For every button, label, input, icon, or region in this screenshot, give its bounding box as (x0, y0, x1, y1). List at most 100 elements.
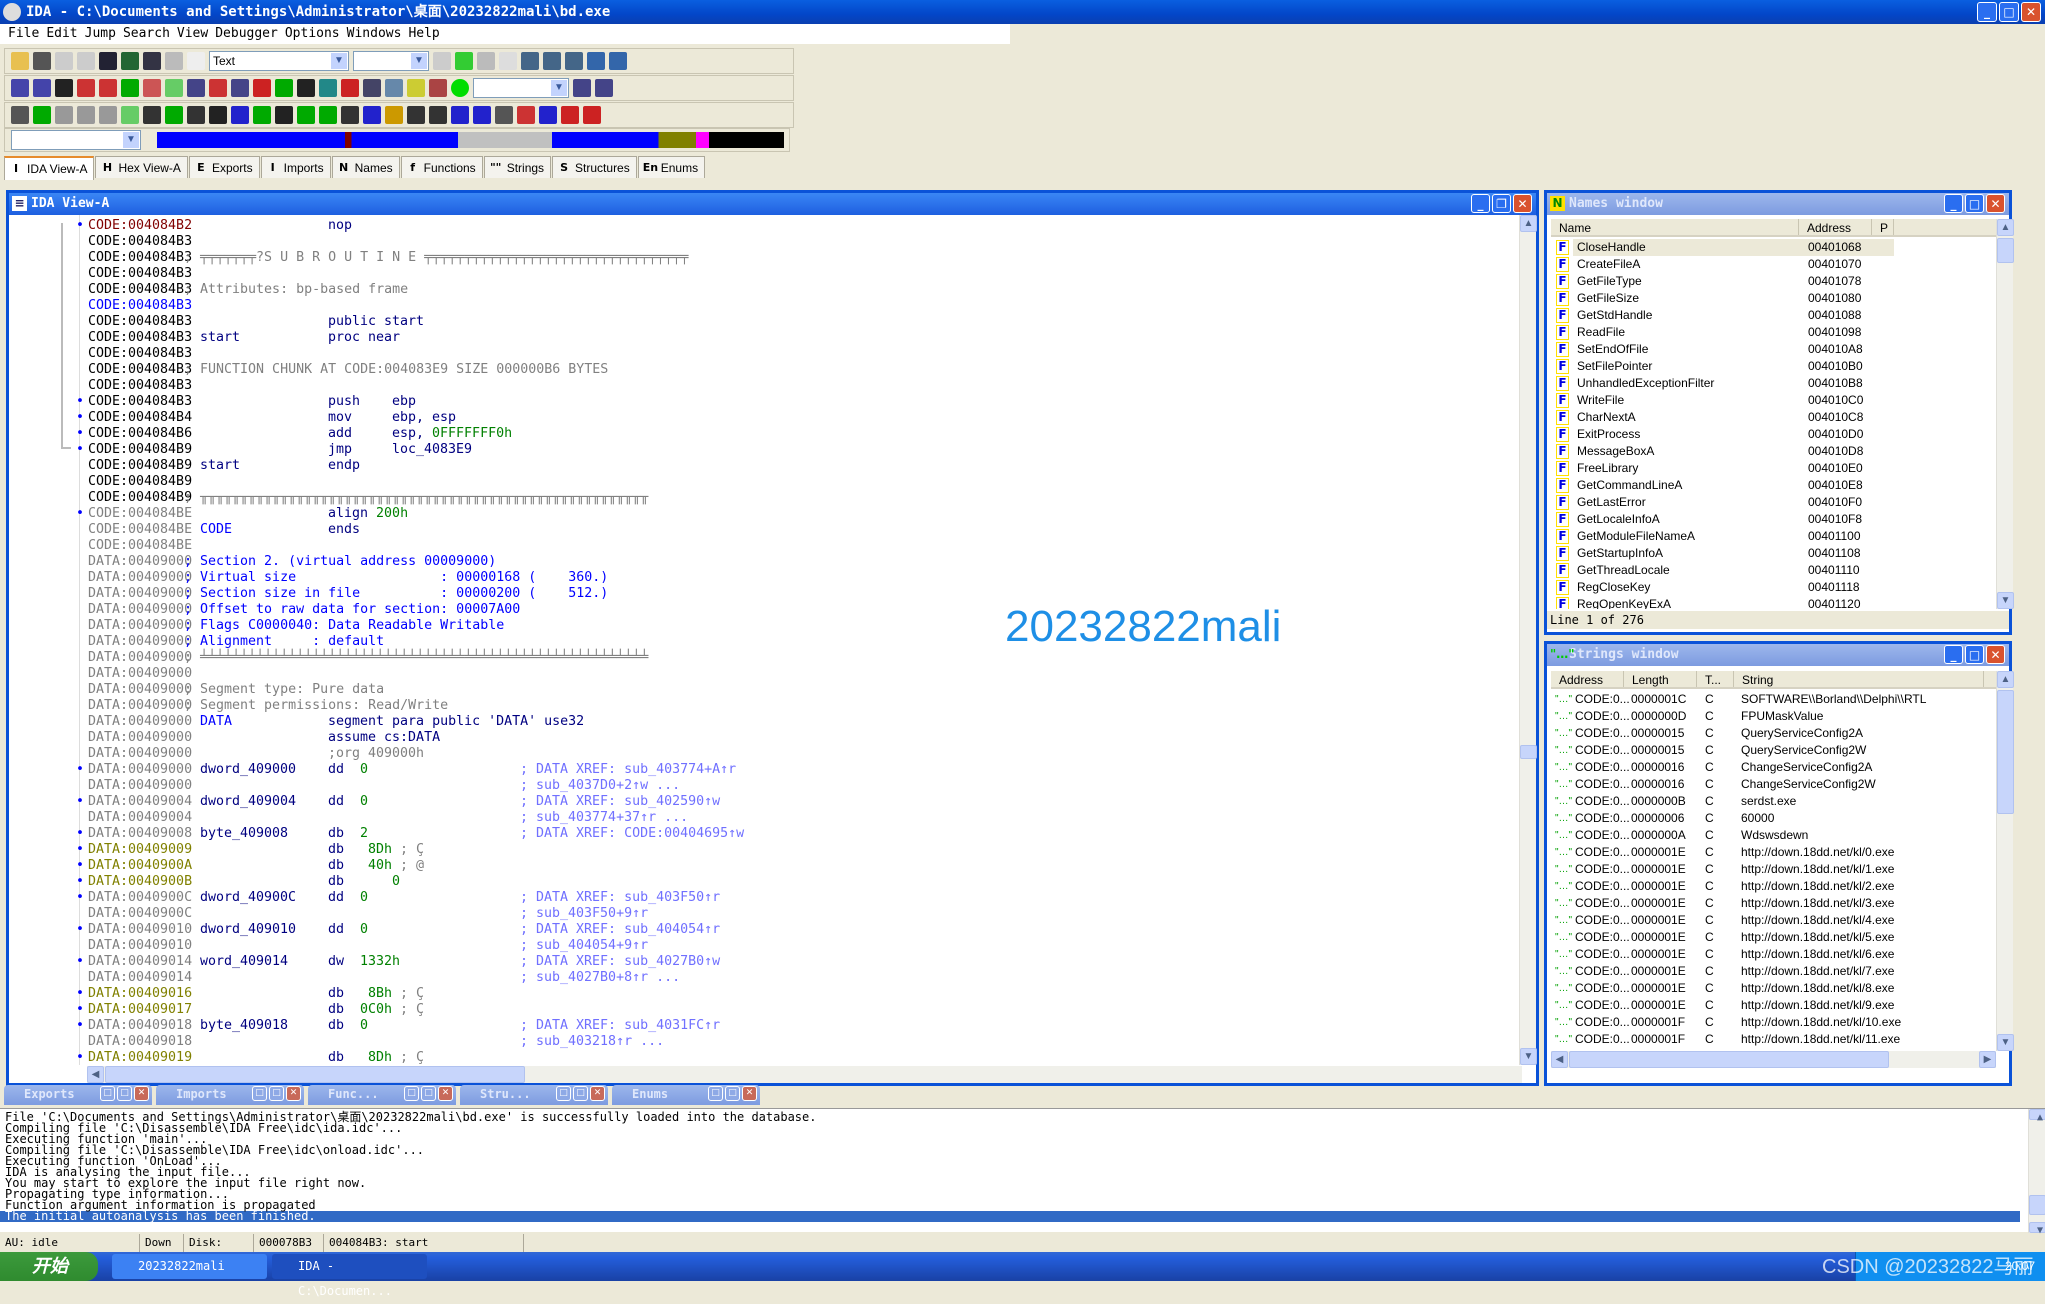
segment-combo[interactable]: ▼ (11, 130, 141, 150)
names-row[interactable]: F GetFileType 00401078 (1551, 273, 1996, 290)
number-icon[interactable] (231, 106, 249, 124)
menu-search[interactable]: Search (121, 24, 175, 44)
tab-structures[interactable]: S Structures (552, 156, 637, 178)
disasm-line[interactable]: DATA:00409000; Offset to raw data for se… (88, 602, 1568, 618)
disasm-line[interactable]: DATA:00409018 ; sub_403218↑r ... (88, 1034, 1568, 1050)
tile-horizontal-icon[interactable] (543, 52, 561, 70)
horizontal-scrollbar[interactable]: ◀ ▶ (1551, 1051, 1996, 1068)
disasm-line[interactable]: DATA:00409000; ╧╧╧╧╧╧╧╧╧╧╧╧╧╧╧╧╧╧╧╧╧╧╧╧╧… (88, 650, 1568, 666)
selectors-icon[interactable] (231, 79, 249, 97)
scroll-thumb[interactable] (105, 1066, 525, 1083)
strings-row[interactable]: "…" CODE:0... 0000001F Chttp://down.18dd.ne… (1551, 1014, 1996, 1031)
call-graph-icon[interactable] (561, 106, 579, 124)
strings-row[interactable]: "…" CODE:0... 00000006 C 60000 (1551, 810, 1996, 827)
disasm-line[interactable]: DATA:00409000; Alignment : default (88, 634, 1568, 650)
col-string[interactable]: String (1734, 671, 1984, 687)
strings-row[interactable]: "…" CODE:0... 0000001E Chttp://down.18dd.ne… (1551, 861, 1996, 878)
close-button[interactable]: ✕ (134, 1086, 149, 1101)
navigation-bar[interactable] (157, 132, 784, 148)
binoculars-icon[interactable] (99, 52, 117, 70)
names-row[interactable]: F ReadFile 00401098 (1551, 324, 1996, 341)
xrefs-to-icon[interactable] (495, 106, 513, 124)
scroll-left-button[interactable]: ◀ (87, 1066, 104, 1083)
menu-jump[interactable]: Jump (83, 24, 121, 44)
debugger-icon[interactable] (573, 79, 591, 97)
restore-button[interactable]: □ (556, 1086, 571, 1101)
disasm-line[interactable]: • DATA:00409009 db 8Dh ; Ç (76, 842, 1568, 858)
offset-icon[interactable] (209, 106, 227, 124)
names-row[interactable]: F GetFileSize 00401080 (1551, 290, 1996, 307)
search-text-icon[interactable] (121, 52, 139, 70)
disasm-line[interactable]: DATA:00409000 ;org 409000h (88, 746, 1568, 762)
names-row[interactable]: F GetLastError 004010F0 (1551, 494, 1996, 511)
disasm-line[interactable]: CODE:004084B3; Attributes: bp-based fram… (88, 282, 1568, 298)
names-row[interactable]: F GetCommandLineA 004010E8 (1551, 477, 1996, 494)
comment-icon[interactable] (407, 106, 425, 124)
structures-icon[interactable] (11, 106, 29, 124)
vertical-scrollbar[interactable]: ▲ ▼ (2028, 1109, 2045, 1236)
minimized-window[interactable]: Exports □ □ ✕ (4, 1085, 152, 1105)
line-prefix-icon[interactable] (451, 106, 469, 124)
exports-icon[interactable] (77, 79, 95, 97)
disasm-line[interactable]: CODE:004084B3 (88, 346, 1568, 362)
type-libraries-icon[interactable] (275, 79, 293, 97)
names-row[interactable]: F UnhandledExceptionFilter 004010B8 (1551, 375, 1996, 392)
names-row[interactable]: F CharNextA 004010C8 (1551, 409, 1996, 426)
menu-file[interactable]: File (6, 24, 44, 44)
bitwise-icon[interactable] (363, 106, 381, 124)
scroll-down-button[interactable]: ▼ (2029, 1222, 2045, 1236)
debugger-close-icon[interactable] (595, 79, 613, 97)
disasm-line[interactable]: • DATA:0040900C dword_40900C dd 0 ; DATA XREF… (76, 890, 1568, 906)
names-row[interactable]: F ExitProcess 004010D0 (1551, 426, 1996, 443)
arrange-icon[interactable] (587, 52, 605, 70)
names-row[interactable]: F CreateFileA 00401070 (1551, 256, 1996, 273)
strings-row[interactable]: "…" CODE:0... 0000000D C FPUMaskValue (1551, 708, 1996, 725)
maximize-button[interactable]: □ (1965, 645, 1984, 664)
disasm-line[interactable]: CODE:004084B3 (88, 298, 1568, 314)
disasm-line[interactable]: DATA:00409000 assume cs:DATA (88, 730, 1568, 746)
disasm-line[interactable]: DATA:00409000; Segment type: Pure data (88, 682, 1568, 698)
strings-row[interactable]: "…" CODE:0... 0000001E Chttp://down.18dd.ne… (1551, 878, 1996, 895)
names-row[interactable]: F RegCloseKey 00401118 (1551, 579, 1996, 596)
maximize-button[interactable]: □ (269, 1086, 284, 1101)
strings-row[interactable]: "…" CODE:0... 0000001E Chttp://down.18dd.ne… (1551, 895, 1996, 912)
graph-icon[interactable] (55, 79, 73, 97)
names-row[interactable]: F SetEndOfFile 004010A8 (1551, 341, 1996, 358)
disasm-line[interactable]: DATA:00409000 ; sub_4037D0+2↑w ... (88, 778, 1568, 794)
minimize-button[interactable]: _ (1944, 645, 1963, 664)
names-row[interactable]: F GetLocaleInfoA 004010F8 (1551, 511, 1996, 528)
hide-icon[interactable] (341, 106, 359, 124)
tab-imports[interactable]: I Imports (260, 156, 331, 178)
code-icon[interactable] (55, 106, 73, 124)
collapse-icon[interactable] (455, 52, 473, 70)
minimize-button[interactable]: _ (1944, 194, 1963, 213)
open-icon[interactable] (11, 52, 29, 70)
xrefs-from-icon[interactable] (517, 106, 535, 124)
close-button[interactable]: ✕ (1986, 645, 2005, 664)
minimize-button[interactable]: _ (1977, 2, 1997, 22)
notepad-icon[interactable] (429, 79, 447, 97)
calculator-icon[interactable] (363, 79, 381, 97)
strings-row[interactable]: "…" CODE:0... 00000015 C QueryServiceConfig2… (1551, 725, 1996, 742)
string-icon[interactable] (121, 106, 139, 124)
tab-functions[interactable]: f Functions (400, 156, 483, 178)
strings-row[interactable]: "…" CODE:0... 00000016 C ChangeServiceConfig… (1551, 776, 1996, 793)
restore-button[interactable]: □ (100, 1086, 115, 1101)
disasm-line[interactable]: CODE:004084BE CODE ends (88, 522, 1568, 538)
disasm-line[interactable]: • DATA:00409019 db 8Dh ; Ç (76, 1050, 1568, 1066)
close-button[interactable]: ✕ (1986, 194, 2005, 213)
scroll-up-button[interactable]: ▲ (1520, 215, 1537, 232)
pencil-icon[interactable] (385, 106, 403, 124)
array-icon[interactable] (143, 106, 161, 124)
disasm-line[interactable]: CODE:004084BE (88, 538, 1568, 554)
line-suffix-icon[interactable] (473, 106, 491, 124)
expand-icon[interactable] (477, 52, 495, 70)
jump-icon[interactable] (187, 52, 205, 70)
disasm-line[interactable]: DATA:00409000 DATA segment para public 'DA… (88, 714, 1568, 730)
start-button[interactable]: 开始 (0, 1252, 98, 1281)
function-icon[interactable] (297, 79, 315, 97)
disasm-line[interactable]: DATA:00409000; Section 2. (virtual addre… (88, 554, 1568, 570)
forward-icon[interactable] (77, 52, 95, 70)
maximize-button[interactable]: □ (117, 1086, 132, 1101)
scroll-up-button[interactable]: ▲ (2029, 1109, 2045, 1123)
